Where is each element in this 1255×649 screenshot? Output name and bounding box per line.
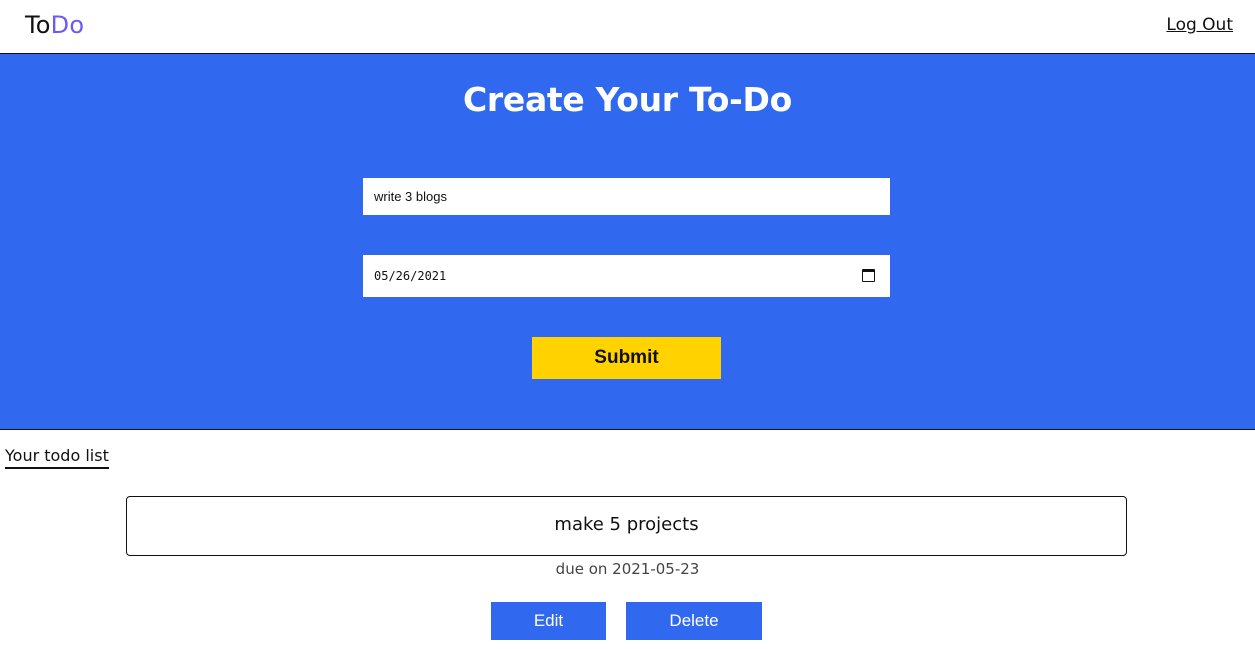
todo-list-heading: Your todo list (5, 446, 109, 469)
app-logo[interactable]: ToDo (25, 11, 84, 39)
create-todo-section: Create Your To-Do 05/26/2021 Submit (0, 54, 1255, 430)
logo-text-do: Do (50, 11, 85, 39)
todo-item-due-date: due on 2021-05-23 (555, 560, 700, 578)
logo-text-to: To (25, 11, 51, 39)
due-date-input[interactable]: 05/26/2021 (363, 255, 890, 297)
submit-button[interactable]: Submit (532, 337, 721, 379)
calendar-icon[interactable] (862, 269, 875, 282)
todo-text-input[interactable] (363, 178, 890, 215)
logout-link[interactable]: Log Out (1166, 15, 1233, 35)
delete-button[interactable]: Delete (626, 602, 762, 640)
todo-item-title: make 5 projects (554, 514, 699, 535)
edit-button[interactable]: Edit (491, 602, 606, 640)
todo-item-card: make 5 projects (126, 496, 1127, 556)
page-title: Create Your To-Do (462, 80, 793, 119)
navbar: ToDo Log Out (0, 0, 1255, 54)
due-date-value: 05/26/2021 (374, 269, 447, 283)
